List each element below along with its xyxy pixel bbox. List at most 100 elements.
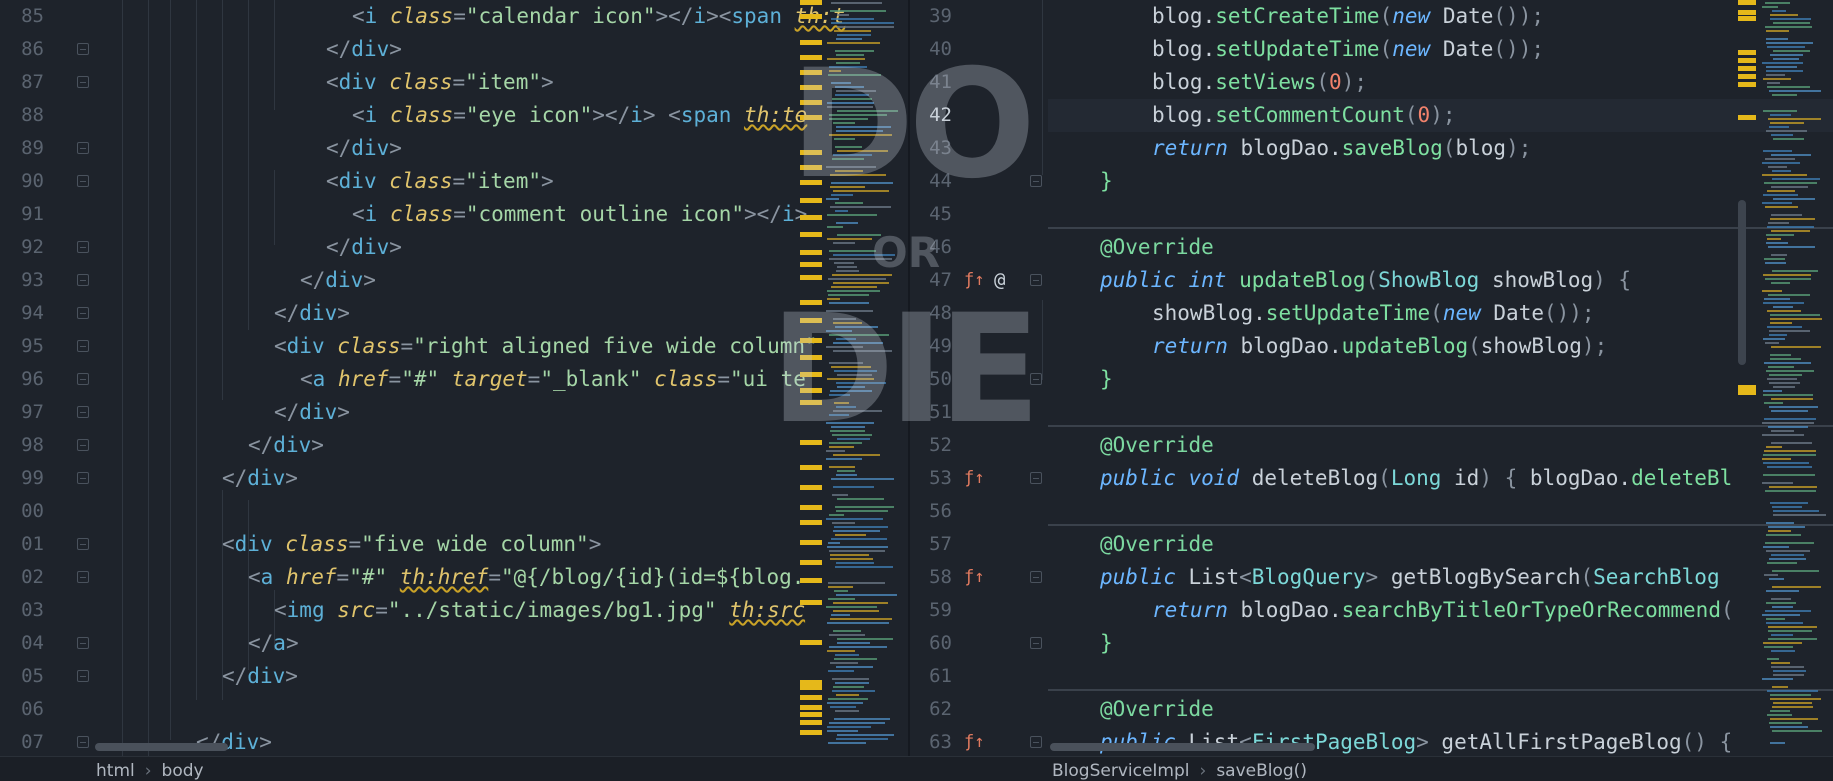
scroll-marker[interactable] (1738, 16, 1756, 21)
scroll-marker[interactable] (800, 560, 822, 565)
scroll-marker[interactable] (800, 640, 822, 645)
scroll-marker[interactable] (1738, 50, 1756, 55)
code-line[interactable]: public List<FirstPageBlog> getAllFirstPa… (1100, 726, 1732, 756)
scroll-marker[interactable] (800, 520, 822, 525)
left-minimap[interactable] (800, 0, 908, 756)
fold-marker-icon[interactable] (1030, 274, 1042, 286)
scroll-marker[interactable] (800, 720, 822, 725)
line-number[interactable]: 98 (0, 429, 44, 462)
scroll-marker[interactable] (1738, 115, 1756, 120)
scroll-marker[interactable] (800, 540, 822, 545)
code-line[interactable]: showBlog.setUpdateTime(new Date()); (1152, 297, 1595, 330)
code-line[interactable]: </div> (274, 297, 350, 330)
left-editor-pane[interactable]: 85 86 87 88 89 90 91 92 93 94 95 96 97 98 99 00 01 02 03 04… (0, 0, 908, 756)
line-number[interactable]: 95 (0, 330, 44, 363)
code-line[interactable]: blog.setUpdateTime(new Date()); (1152, 33, 1544, 66)
code-line[interactable]: public void deleteBlog(Long id) { blogDa… (1100, 462, 1732, 495)
line-number[interactable]: 40 (910, 33, 952, 66)
line-number[interactable]: 60 (910, 627, 952, 660)
line-number[interactable]: 88 (0, 99, 44, 132)
line-number[interactable]: 53 (910, 462, 952, 495)
scroll-marker[interactable] (800, 198, 822, 203)
fold-marker-icon[interactable] (77, 241, 89, 253)
right-breadcrumb[interactable]: BlogServiceImpl › saveBlog() (1052, 761, 1307, 781)
line-number[interactable]: 41 (910, 66, 952, 99)
line-number[interactable]: 56 (910, 495, 952, 528)
scroll-marker[interactable] (800, 14, 822, 19)
line-number[interactable]: 48 (910, 297, 952, 330)
code-line[interactable]: </div> (326, 231, 402, 264)
code-line[interactable]: </a> (248, 627, 299, 660)
scroll-marker[interactable] (800, 250, 822, 255)
code-line[interactable]: } (1100, 627, 1113, 660)
fold-marker-icon[interactable] (77, 175, 89, 187)
code-line[interactable]: public int updateBlog(ShowBlog showBlog)… (1100, 264, 1631, 297)
line-number[interactable]: 52 (910, 429, 952, 462)
line-number[interactable]: 50 (910, 363, 952, 396)
code-line[interactable]: public List<BlogQuery> getBlogBySearch(S… (1100, 561, 1720, 594)
scroll-marker[interactable] (800, 372, 822, 377)
line-number[interactable]: 00 (0, 495, 44, 528)
fold-marker-icon[interactable] (77, 670, 89, 682)
fold-marker-icon[interactable] (77, 571, 89, 583)
scroll-marker[interactable] (1738, 390, 1756, 395)
code-line[interactable]: </div> (196, 726, 272, 756)
line-number[interactable]: 87 (0, 66, 44, 99)
line-number[interactable]: 39 (910, 0, 952, 33)
line-number[interactable]: 43 (910, 132, 952, 165)
code-line[interactable]: blog.setCreateTime(new Date()); (1152, 0, 1544, 33)
scroll-marker[interactable] (800, 730, 822, 735)
code-line[interactable]: </div> (326, 132, 402, 165)
line-number[interactable]: 07 (0, 726, 44, 756)
code-line[interactable]: </div> (222, 462, 298, 495)
code-line[interactable]: <a href="#" target="_blank" class="ui te (300, 363, 806, 396)
fold-marker-icon[interactable] (1030, 472, 1042, 484)
line-number[interactable]: 97 (0, 396, 44, 429)
scroll-marker[interactable] (800, 300, 822, 305)
scroll-marker[interactable] (800, 215, 822, 220)
scroll-marker[interactable] (800, 100, 822, 105)
scroll-marker[interactable] (800, 712, 822, 717)
breadcrumb-html[interactable]: html (96, 761, 135, 781)
scroll-marker[interactable] (800, 465, 822, 470)
scroll-marker[interactable] (800, 355, 822, 360)
code-line[interactable]: @Override (1100, 528, 1214, 561)
scroll-marker[interactable] (800, 338, 822, 343)
fold-marker-icon[interactable] (77, 274, 89, 286)
scroll-marker[interactable] (800, 232, 822, 237)
scroll-marker[interactable] (800, 115, 822, 120)
scroll-marker[interactable] (1738, 58, 1756, 63)
code-line[interactable]: return blogDao.searchByTitleOrTypeOrReco… (1152, 594, 1734, 627)
code-line[interactable]: <div class="item"> (326, 165, 554, 198)
code-line[interactable]: <i class="comment outline icon"></i> (352, 198, 807, 231)
scroll-marker[interactable] (800, 388, 822, 393)
fold-marker-icon[interactable] (77, 472, 89, 484)
code-line[interactable]: <div class="five wide column"> (222, 528, 601, 561)
line-number[interactable]: 89 (0, 132, 44, 165)
left-breadcrumb[interactable]: html › body (96, 761, 204, 781)
line-number[interactable]: 85 (0, 0, 44, 33)
breadcrumb-body[interactable]: body (162, 761, 204, 781)
line-number[interactable]: 47 (910, 264, 952, 297)
fold-marker-icon[interactable] (77, 736, 89, 748)
code-line[interactable]: </div> (326, 33, 402, 66)
line-number[interactable]: 94 (0, 297, 44, 330)
scroll-marker[interactable] (1738, 74, 1756, 79)
code-line[interactable]: <img src="../static/images/bg1.jpg" th:s… (274, 594, 805, 627)
line-number[interactable]: 06 (0, 693, 44, 726)
line-number[interactable]: 91 (0, 198, 44, 231)
line-number[interactable]: 03 (0, 594, 44, 627)
scroll-marker[interactable] (1738, 82, 1756, 87)
line-number[interactable]: 93 (0, 264, 44, 297)
scroll-marker[interactable] (800, 180, 822, 185)
scroll-marker[interactable] (800, 0, 822, 5)
line-number[interactable]: 44 (910, 165, 952, 198)
right-editor-pane[interactable]: 39 40 41 42 43 44 45 46 47 48 49 50 51 52 53 56 57 58 59 60… (910, 0, 1833, 756)
line-number[interactable]: 58 (910, 561, 952, 594)
scroll-marker[interactable] (800, 505, 822, 510)
right-minimap[interactable] (1730, 0, 1833, 756)
line-number[interactable]: 63 (910, 726, 952, 756)
scroll-marker[interactable] (800, 150, 822, 155)
scroll-marker[interactable] (1738, 66, 1756, 71)
line-number[interactable]: 49 (910, 330, 952, 363)
